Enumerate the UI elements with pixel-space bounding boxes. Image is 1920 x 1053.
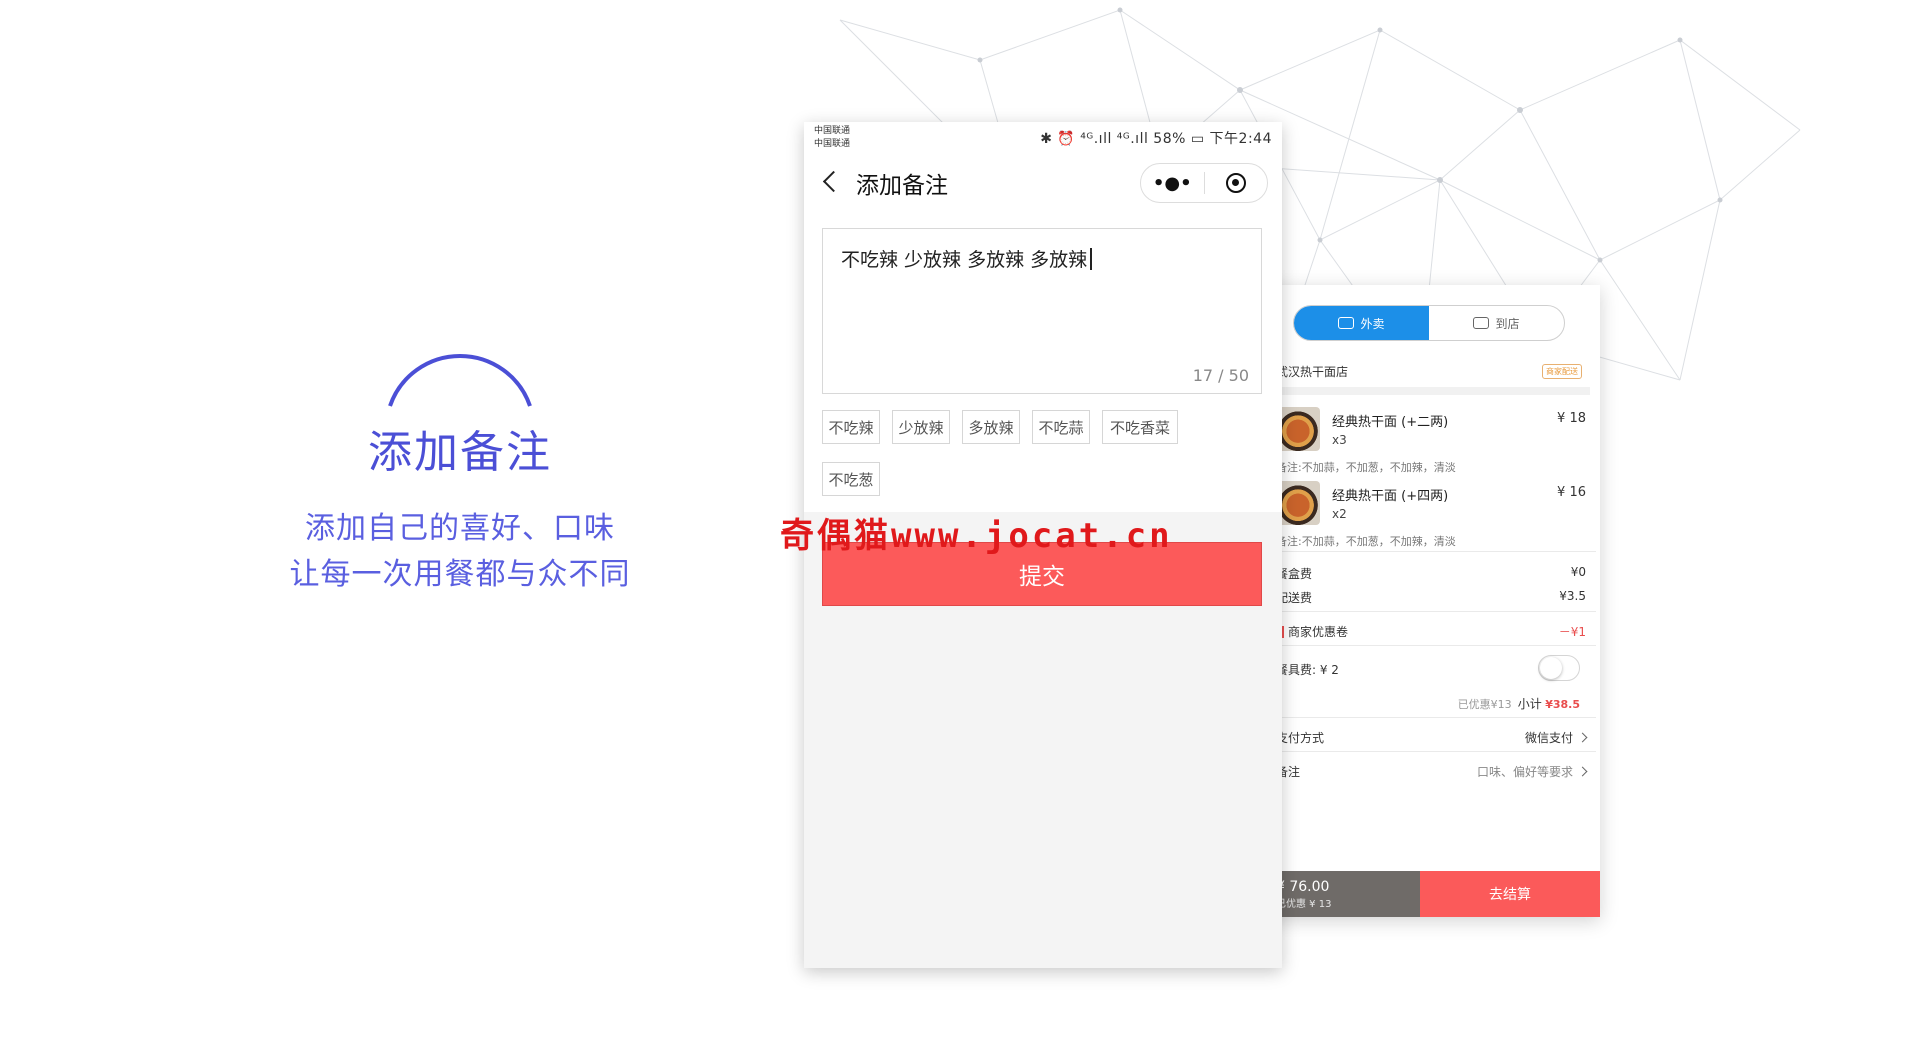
tag-chip[interactable]: 不吃葱	[822, 462, 880, 496]
box-fee-row: 餐盒费 ¥0	[1276, 565, 1586, 582]
target-icon	[1225, 173, 1246, 193]
noodle-photo	[1276, 407, 1320, 451]
subtotal-label: 小计	[1517, 697, 1542, 711]
carrier-info: 中国联通 中国联通	[814, 125, 850, 151]
payment-row[interactable]: 支付方式 微信支付	[1276, 729, 1588, 746]
tab-dine-in-label: 到店	[1495, 316, 1520, 331]
noodle-photo	[1276, 481, 1320, 525]
item-note: 备注:不加蒜，不加葱，不加辣，清淡	[1276, 461, 1456, 474]
shop-name: 武汉热干面店	[1276, 364, 1349, 379]
cutlery-label: 餐具费: ¥ 2	[1276, 663, 1339, 677]
note-value: 口味、偏好等要求	[1476, 765, 1573, 779]
divider	[1276, 645, 1596, 646]
page-title: 添加备注	[856, 173, 948, 199]
item-name: 经典热干面 (+二两)	[1332, 415, 1449, 430]
item-price: ¥ 18	[1557, 411, 1586, 426]
item-name: 经典热干面 (+四两)	[1332, 489, 1449, 504]
divider	[1276, 551, 1596, 552]
more-menu-button[interactable]: •●•	[1141, 164, 1204, 202]
status-icons: ✱ ⏰ ⁴ᴳ.ıll ⁴ᴳ.ıll 58% ▭ 下午2:44	[1040, 131, 1272, 147]
divider	[1276, 717, 1596, 718]
item-note: 备注:不加蒜，不加葱，不加辣，清淡	[1276, 535, 1456, 548]
tab-delivery-label: 外卖	[1360, 316, 1385, 331]
divider	[1276, 751, 1596, 752]
item-price: ¥ 16	[1557, 485, 1586, 500]
subtotal-value: ¥38.5	[1545, 698, 1580, 711]
text-cursor	[1090, 248, 1093, 270]
feature-subtitle-line2: 让每一次用餐都与众不同	[289, 557, 631, 592]
delivery-fee-value: ¥3.5	[1559, 589, 1586, 603]
carrier-1: 中国联通	[814, 126, 851, 136]
coupon-label: 商家优惠卷	[1288, 625, 1349, 639]
checkout-button[interactable]: 去结算	[1420, 871, 1600, 917]
remark-textarea[interactable]: 不吃辣 少放辣 多放辣 多放辣 17 / 50	[822, 228, 1262, 394]
status-bar: 中国联通 中国联通 ✱ ⏰ ⁴ᴳ.ıll ⁴ᴳ.ıll 58% ▭ 下午2:44	[804, 122, 1282, 152]
payment-value: 微信支付	[1524, 731, 1573, 745]
feature-subtitle-line1: 添加自己的喜好、口味	[305, 511, 615, 546]
tag-chip[interactable]: 多放辣	[962, 410, 1020, 444]
chevron-right-icon	[1577, 766, 1588, 777]
order-type-switch: 外卖 到店	[1293, 305, 1565, 341]
coupon-row[interactable]: 商家优惠卷 －¥1	[1276, 623, 1586, 640]
char-counter: 17 / 50	[1192, 366, 1249, 385]
note-row[interactable]: 备注 口味、偏好等要求	[1276, 763, 1588, 780]
discount-note: 已优惠¥13	[1457, 698, 1512, 711]
tag-chip[interactable]: 不吃辣	[822, 410, 880, 444]
item-qty: x3	[1332, 433, 1347, 447]
tag-chip[interactable]: 少放辣	[892, 410, 950, 444]
feature-subtitle: 添加自己的喜好、口味 让每一次用餐都与众不同	[240, 506, 680, 598]
remark-text-wrap: 不吃辣 少放辣 多放辣 多放辣	[841, 245, 1093, 272]
tab-delivery[interactable]: 外卖	[1294, 306, 1429, 340]
note-value-wrap: 口味、偏好等要求	[1476, 763, 1588, 780]
delivery-badge: 商家配送	[1542, 363, 1582, 379]
order-item[interactable]: 经典热干面 (+二两) x3 ¥ 18 备注:不加蒜，不加葱，不加辣，清淡	[1276, 407, 1596, 487]
delivery-fee-row: 配送费 ¥3.5	[1276, 589, 1586, 606]
feature-title: 添加备注	[368, 427, 552, 478]
miniprogram-capsule: •●•	[1140, 163, 1268, 203]
carrier-2: 中国联通	[814, 139, 851, 149]
remark-text: 不吃辣 少放辣 多放辣 多放辣	[841, 249, 1088, 271]
chevron-right-icon	[1577, 732, 1588, 743]
back-arrow-icon[interactable]	[822, 170, 845, 193]
tag-chip[interactable]: 不吃香菜	[1102, 410, 1178, 444]
tag-chip[interactable]: 不吃蒜	[1032, 410, 1090, 444]
item-qty: x2	[1332, 507, 1347, 521]
close-miniprogram-button[interactable]	[1205, 164, 1268, 202]
divider	[1276, 611, 1596, 612]
scooter-icon	[1338, 317, 1355, 329]
coupon-label-wrap: 商家优惠卷	[1276, 623, 1348, 640]
payment-value-wrap: 微信支付	[1524, 729, 1588, 746]
order-item[interactable]: 经典热干面 (+四两) x2 ¥ 16 备注:不加蒜，不加葱，不加辣，清淡	[1276, 481, 1596, 561]
nav-bar: 添加备注 •●•	[804, 152, 1282, 210]
store-icon	[1473, 317, 1490, 329]
total-discount: 已优惠 ¥ 13	[1276, 898, 1332, 910]
arc-decoration-icon	[388, 354, 532, 407]
cutlery-toggle[interactable]	[1538, 655, 1580, 681]
payment-label: 支付方式	[1276, 731, 1325, 745]
watermark-text: 奇偶猫www.jocat.cn	[780, 516, 1173, 556]
box-fee-value: ¥0	[1570, 565, 1586, 579]
subtotal: 已优惠¥13 小计 ¥38.5	[1458, 695, 1580, 712]
feature-intro: 添加备注 添加自己的喜好、口味 让每一次用餐都与众不同	[240, 350, 680, 598]
tab-dine-in[interactable]: 到店	[1429, 306, 1564, 340]
coupon-value: －¥1	[1558, 625, 1586, 639]
total-amount: ¥ 76.00	[1276, 878, 1330, 895]
